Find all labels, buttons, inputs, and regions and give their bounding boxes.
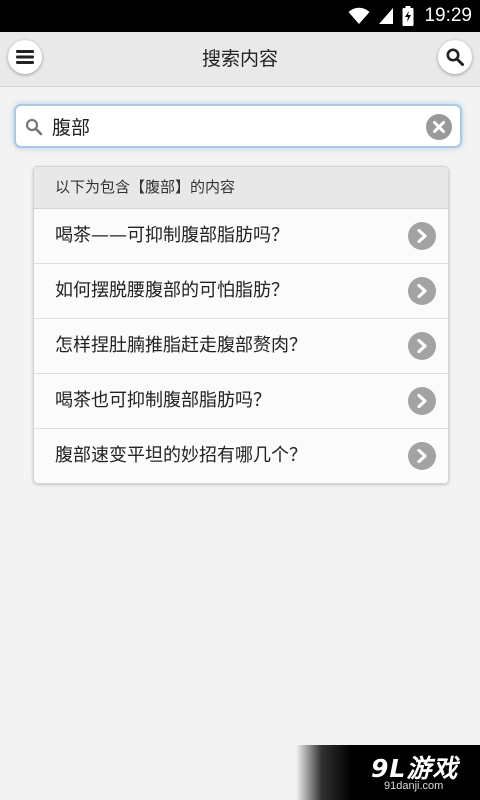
battery-charging-icon: [402, 6, 414, 26]
search-icon: [446, 48, 464, 66]
page-title: 搜索内容: [201, 48, 278, 70]
results-list: 以下为包含【腹部】的内容 喝茶——可抑制腹部脂肪吗？ 如何摆脱腰腹部的可怕脂肪？…: [33, 166, 449, 484]
app-header: 搜索内容: [0, 32, 480, 87]
watermark-url: 91danji.com: [384, 780, 444, 792]
clear-search-button[interactable]: [426, 114, 452, 140]
result-title: 如何摆脱腰腹部的可怕脂肪？: [55, 280, 289, 301]
chevron-right-icon: [408, 222, 436, 250]
result-item[interactable]: 怎样捏肚腩推脂赶走腹部赘肉？: [34, 319, 448, 374]
status-bar: 19:29: [0, 0, 480, 32]
status-time: 19:29: [424, 5, 472, 26]
clear-icon: [433, 121, 445, 133]
wifi-icon: [348, 7, 370, 24]
result-item[interactable]: 腹部速变平坦的妙招有哪几个？: [34, 429, 448, 483]
chevron-right-icon: [408, 332, 436, 360]
result-item[interactable]: 喝茶——可抑制腹部脂肪吗？: [34, 209, 448, 264]
result-title: 喝茶也可抑制腹部脂肪吗？: [55, 390, 271, 411]
result-item[interactable]: 喝茶也可抑制腹部脂肪吗？: [34, 374, 448, 429]
search-input[interactable]: [52, 112, 422, 140]
chevron-right-icon: [408, 277, 436, 305]
chevron-right-icon: [408, 442, 436, 470]
header-search-button[interactable]: [438, 40, 472, 74]
search-icon: [25, 118, 43, 136]
results-heading: 以下为包含【腹部】的内容: [34, 167, 448, 209]
result-title: 喝茶——可抑制腹部脂肪吗？: [55, 225, 289, 246]
menu-button[interactable]: [8, 40, 42, 74]
result-title: 怎样捏肚腩推脂赶走腹部赘肉？: [55, 335, 307, 356]
signal-icon: [379, 8, 394, 24]
status-icons: 19:29: [348, 0, 472, 32]
result-title: 腹部速变平坦的妙招有哪几个？: [55, 445, 307, 466]
result-item[interactable]: 如何摆脱腰腹部的可怕脂肪？: [34, 264, 448, 319]
watermark: 9L游戏 91danji.com: [296, 745, 480, 800]
chevron-right-icon: [408, 387, 436, 415]
search-box: [14, 104, 462, 148]
hamburger-menu-icon: [16, 50, 34, 64]
